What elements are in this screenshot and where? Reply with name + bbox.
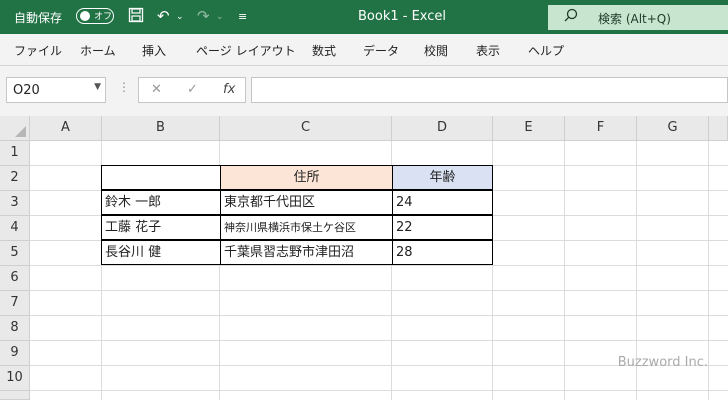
formula-bar-area: O20 ▼ ⋮ ✕ ✓ fx: [0, 66, 728, 116]
row-header-5[interactable]: 5: [0, 241, 30, 266]
gridline: [708, 141, 709, 400]
column-header-b[interactable]: B: [102, 116, 220, 141]
table-cell-address[interactable]: 千葉県習志野市津田沼: [220, 240, 393, 265]
title-bar: 自動保存 オフ ↶ ⌄ ↷ ⌄ ≡ Book1 - Excel 検索 (Alt+…: [0, 0, 728, 34]
tab-home[interactable]: ホーム: [80, 42, 116, 59]
row-header-4[interactable]: 4: [0, 216, 30, 241]
watermark-text: Buzzword Inc.: [617, 355, 708, 370]
autosave-toggle[interactable]: オフ: [76, 8, 114, 24]
search-box[interactable]: 検索 (Alt+Q): [548, 5, 728, 30]
table-cell-age[interactable]: 22: [392, 215, 493, 240]
search-icon: [564, 8, 578, 26]
table-cell-name[interactable]: 長谷川 健: [101, 240, 221, 265]
tab-view[interactable]: 表示: [476, 42, 500, 59]
tab-data[interactable]: データ: [363, 42, 399, 59]
gridline: [30, 390, 728, 391]
table-cell-address[interactable]: 神奈川県横浜市保土ケ谷区: [220, 215, 393, 240]
undo-dropdown-icon[interactable]: ⌄: [176, 12, 184, 22]
tab-insert[interactable]: 挿入: [142, 42, 166, 59]
customize-toolbar-icon[interactable]: ≡: [238, 10, 247, 23]
formula-input[interactable]: [251, 77, 728, 103]
column-header-c[interactable]: C: [220, 116, 392, 141]
more-options-icon[interactable]: ⋮: [118, 80, 130, 94]
row-header-3[interactable]: 3: [0, 191, 30, 216]
autosave-label: 自動保存: [14, 11, 63, 25]
cancel-icon[interactable]: ✕: [151, 82, 162, 97]
column-header-a[interactable]: A: [30, 116, 102, 141]
row-header-8[interactable]: 8: [0, 316, 30, 341]
redo-dropdown-icon[interactable]: ⌄: [216, 12, 224, 22]
ribbon-tabs: ファイル ホーム 挿入 ページ レイアウト 数式 データ 校閲 表示 ヘルプ: [0, 34, 728, 66]
table-cell-age[interactable]: 24: [392, 190, 493, 215]
save-icon[interactable]: [128, 7, 144, 27]
column-header-d[interactable]: D: [392, 116, 493, 141]
row-header-7[interactable]: 7: [0, 291, 30, 316]
row-header-9[interactable]: 9: [0, 341, 30, 366]
tab-review[interactable]: 校閲: [424, 42, 448, 59]
tab-page-layout[interactable]: ページ レイアウト: [196, 42, 296, 59]
formula-buttons: ✕ ✓ fx: [138, 77, 246, 103]
enter-icon[interactable]: ✓: [187, 82, 198, 97]
tab-formulas[interactable]: 数式: [312, 42, 336, 59]
column-header-g[interactable]: G: [637, 116, 709, 141]
autosave-toggle-text: オフ: [94, 12, 113, 22]
row-header-overflow[interactable]: [0, 391, 30, 400]
redo-icon[interactable]: ↷: [197, 7, 210, 25]
tab-help[interactable]: ヘルプ: [528, 42, 564, 59]
row-header-1[interactable]: 1: [0, 141, 30, 166]
tab-file[interactable]: ファイル: [14, 42, 62, 59]
table-header-cell-age[interactable]: 年齢: [392, 165, 493, 190]
row-header-2[interactable]: 2: [0, 166, 30, 191]
gridline: [30, 340, 728, 341]
toggle-knob: [80, 11, 90, 21]
table-cell-name[interactable]: 鈴木 一郎: [101, 190, 221, 215]
gridline: [30, 265, 728, 266]
column-header-e[interactable]: E: [493, 116, 565, 141]
table-cell-age[interactable]: 28: [392, 240, 493, 265]
select-all-button[interactable]: [0, 116, 30, 141]
chevron-down-icon[interactable]: ▼: [94, 82, 101, 92]
undo-icon[interactable]: ↶: [157, 7, 170, 25]
column-header-f[interactable]: F: [565, 116, 637, 141]
gridline: [30, 290, 728, 291]
table-cell-name[interactable]: 工藤 花子: [101, 215, 221, 240]
table-header-cell-address[interactable]: 住所: [220, 165, 393, 190]
search-placeholder: 検索 (Alt+Q): [598, 12, 671, 26]
table-header-cell-b2[interactable]: [101, 165, 221, 190]
name-box[interactable]: O20 ▼: [6, 77, 106, 103]
table-cell-address[interactable]: 東京都千代田区: [220, 190, 393, 215]
window-title: Book1 - Excel: [358, 9, 447, 24]
worksheet-grid[interactable]: A B C D E F G 1 2 3 4 5 6 7 8 9 10 住所 年齢…: [0, 116, 728, 400]
column-header-overflow[interactable]: [709, 116, 728, 141]
insert-function-icon[interactable]: fx: [223, 82, 235, 97]
gridline: [564, 141, 565, 400]
gridline: [30, 315, 728, 316]
row-header-10[interactable]: 10: [0, 366, 30, 391]
row-header-6[interactable]: 6: [0, 266, 30, 291]
name-box-value: O20: [13, 83, 40, 98]
